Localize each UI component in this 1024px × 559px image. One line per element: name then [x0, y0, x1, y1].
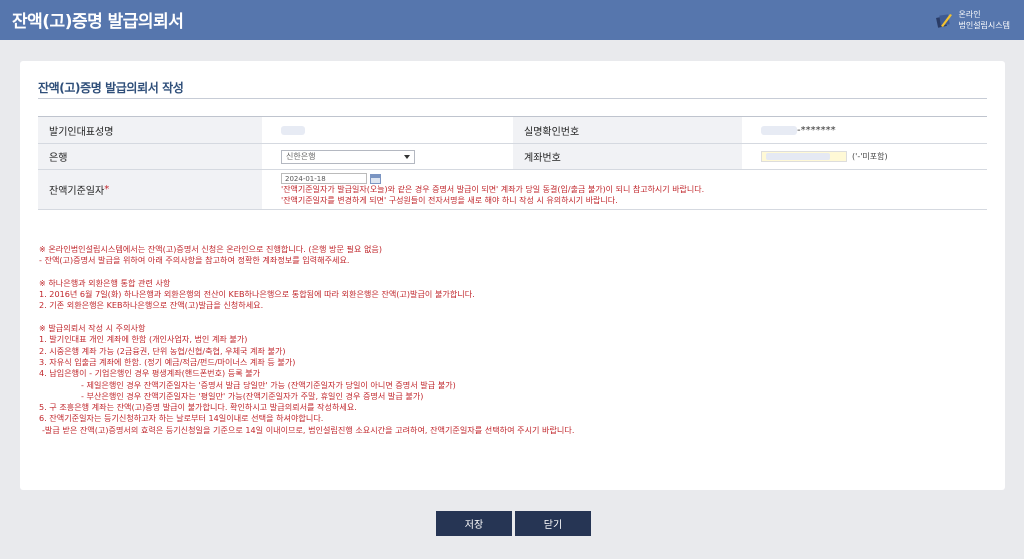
- date-label: 잔액기준일자 *: [38, 170, 262, 209]
- pen-logo-icon: [935, 11, 953, 29]
- close-button[interactable]: 닫기: [515, 511, 591, 536]
- bank-select-value: 신한은행: [286, 152, 316, 161]
- page-title: 잔액(고)증명 발급의뢰서: [12, 12, 184, 32]
- request-form: 발기인대표성명 실명확인번호 -******* 은행 신한은행 계좌번호 ('-: [38, 116, 987, 210]
- notice-line: - 부산은행인 경우 잔액기준일자는 '평일만' 가능(잔액기준일자가 주말, …: [81, 390, 424, 401]
- id-number-masked: -*******: [797, 124, 836, 136]
- date-line: 2024-01-18: [281, 173, 381, 184]
- account-note: ('-'미포함): [852, 152, 888, 161]
- logo-text: 온라인 법인설립시스템: [958, 10, 1010, 30]
- form-panel: 잔액(고)증명 발급의뢰서 작성 발기인대표성명 실명확인번호 -*******…: [20, 61, 1005, 490]
- rep-name-value: [262, 117, 513, 143]
- header-bar: 잔액(고)증명 발급의뢰서 온라인 법인설립시스템: [0, 0, 1024, 40]
- notice-line: - 잔액(고)증명서 발급을 위하여 아래 주의사항을 참고하여 정확한 계좌정…: [39, 255, 350, 266]
- logo: 온라인 법인설립시스템: [935, 6, 1010, 34]
- notice-line: 1. 발기인대표 개인 계좌에 한함 (개인사업자, 법인 계좌 불가): [39, 334, 248, 345]
- notice-line: ※ 온라인법인설립시스템에서는 잔액(고)증명서 신청은 온라인으로 진행합니다…: [39, 244, 382, 254]
- rep-name-redacted: [281, 125, 305, 135]
- rep-name-label: 발기인대표성명: [38, 117, 262, 143]
- notice-line: - 제일은행인 경우 잔액기준일자는 '증명서 발급 당일만' 가능 (잔액기준…: [81, 379, 456, 390]
- account-redacted: [766, 153, 830, 160]
- calendar-icon[interactable]: [370, 173, 381, 184]
- bank-cell: 신한은행: [262, 144, 513, 169]
- notice-line: 6. 잔액기준일자는 등기신청하고자 하는 날로부터 14일이내로 선택을 하셔…: [39, 413, 324, 424]
- date-warning-2: '잔액기준일자를 변경하게 되면' 구성원들이 전자서명을 새로 해야 하니 작…: [281, 196, 618, 205]
- date-warning-1: '잔액기준일자가 발급일자(오늘)와 같은 경우 증명서 발급이 되면' 계좌가…: [281, 185, 705, 194]
- form-row-date: 잔액기준일자 * 2024-01-18 '잔액기준일자가 발급일자(오늘)와 같은…: [38, 170, 987, 210]
- account-label: 계좌번호: [513, 144, 742, 169]
- notice-line: ※ 하나은행과 외환은행 통합 관련 사항: [39, 277, 171, 288]
- chevron-down-icon: [404, 154, 410, 159]
- notice-gap: [39, 267, 574, 278]
- required-mark: *: [104, 184, 110, 195]
- section-title: 잔액(고)증명 발급의뢰서 작성: [38, 81, 184, 95]
- notice-line: 2. 기존 외환은행은 KEB하나은행으로 잔액(고)발급을 신청하세요.: [39, 300, 264, 311]
- date-cell: 2024-01-18 '잔액기준일자가 발급일자(오늘)와 같은 경우 증명서 …: [262, 170, 987, 209]
- notice-line: -발급 받은 잔액(고)증명서의 효력은 등기신청일을 기준으로 14일 이내이…: [42, 424, 575, 435]
- form-row-bank: 은행 신한은행 계좌번호 ('-'미포함): [38, 144, 987, 170]
- notice-block: ※ 온라인법인설립시스템에서는 잔액(고)증명서 신청은 온라인으로 진행합니다…: [39, 244, 574, 436]
- notice-line: 4. 납입은행이 - 기업은행인 경우 평생계좌(핸드폰번호) 등록 불가: [39, 368, 261, 379]
- notice-line: 2. 시중은행 계좌 가능 (2금융권, 단위 농협/신협/축협, 우체국 계좌…: [39, 345, 286, 356]
- bank-label: 은행: [38, 144, 262, 169]
- notice-line: 3. 자유식 입출금 계좌에 한함. (정기 예금/적금/펀드/마이너스 계좌 …: [39, 356, 296, 367]
- form-row-name: 발기인대표성명 실명확인번호 -*******: [38, 117, 987, 144]
- id-number-label: 실명확인번호: [513, 117, 742, 143]
- bank-select[interactable]: 신한은행: [281, 149, 415, 164]
- account-input[interactable]: [761, 151, 847, 162]
- notice-line: 5. 구 조흥은행 계좌는 잔액(고)증명 발급이 불가합니다. 확인하시고 발…: [39, 402, 357, 413]
- button-bar: 저장 닫기: [436, 511, 591, 536]
- notice-gap: [39, 312, 574, 323]
- id-number-value: -*******: [742, 117, 987, 143]
- id-number-redacted: [761, 125, 797, 135]
- account-cell: ('-'미포함): [742, 144, 987, 169]
- notice-line: 1. 2016년 6월 7일(화) 하나은행과 외환은행의 전산이 KEB하나은…: [39, 289, 475, 300]
- notice-line: ※ 발급의뢰서 작성 시 주의사항: [39, 323, 146, 334]
- section-divider: [38, 98, 987, 99]
- date-input[interactable]: 2024-01-18: [281, 173, 367, 184]
- save-button[interactable]: 저장: [436, 511, 512, 536]
